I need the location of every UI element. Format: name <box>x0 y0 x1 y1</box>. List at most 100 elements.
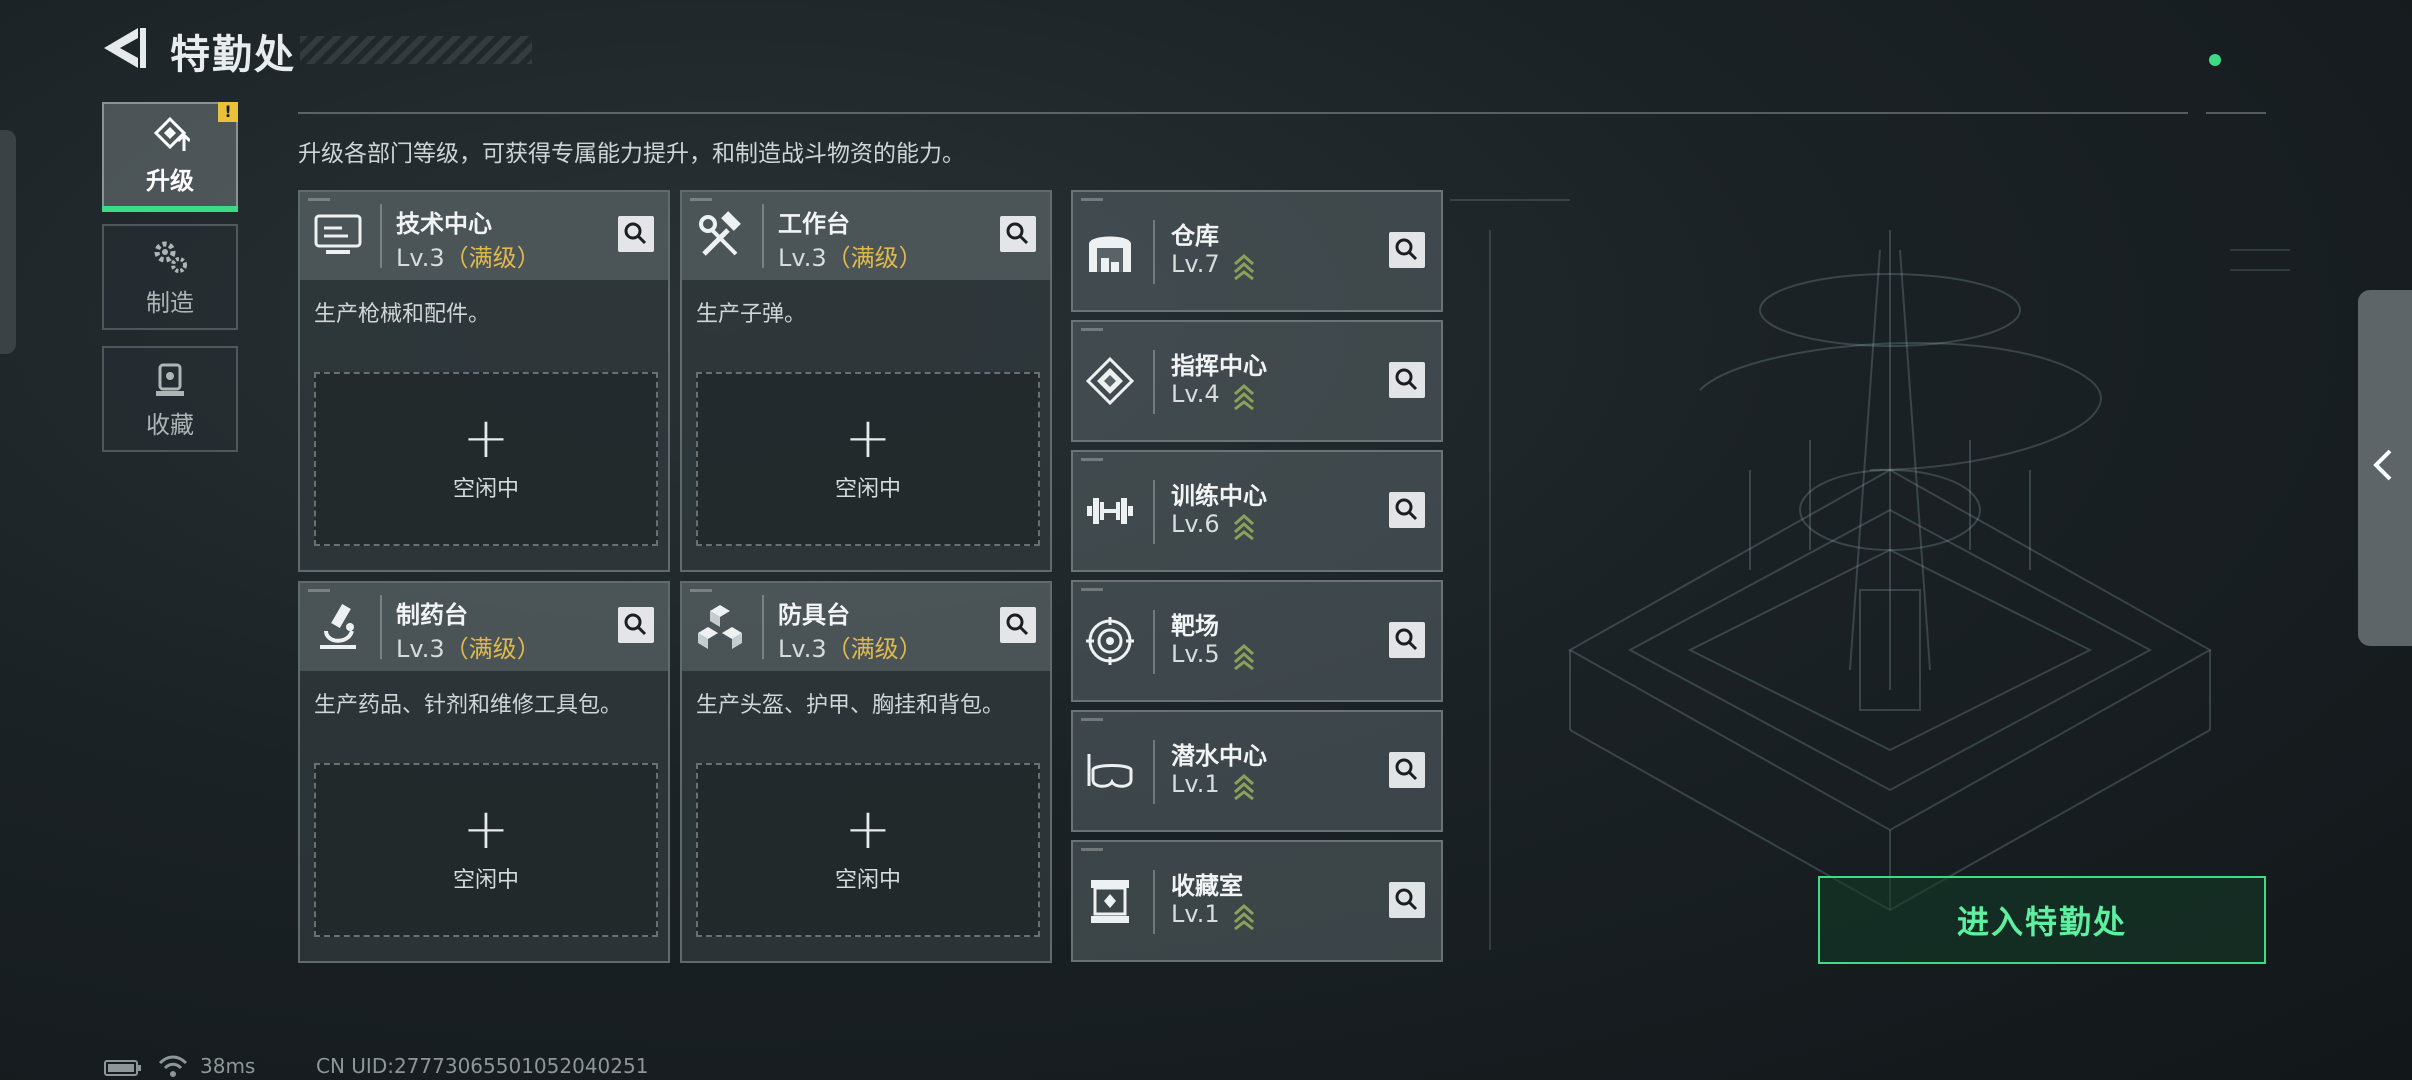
max-level-tag: （满级） <box>444 244 541 272</box>
search-icon[interactable] <box>1389 362 1425 398</box>
dumbbell-icon <box>1087 498 1133 524</box>
command-emblem-icon <box>1085 356 1135 406</box>
sidebar-item-label: 升级 <box>146 166 194 195</box>
corner-mark <box>308 198 330 201</box>
upgrade-icon <box>153 116 190 151</box>
facility-name: 指挥中心 <box>1171 352 1267 380</box>
max-level-tag: （满级） <box>826 635 923 663</box>
workshop-name: 制药台 <box>396 601 468 629</box>
sidebar-item-upgrade[interactable]: ! 升级 <box>102 102 238 212</box>
level-up-chevron-icon <box>1234 253 1254 280</box>
left-edge-handle[interactable] <box>0 130 16 354</box>
production-slot[interactable]: + 空闲中 <box>314 763 658 937</box>
production-slot[interactable]: + 空闲中 <box>696 763 1040 937</box>
workshop-level: Lv.3（满级） <box>778 238 923 273</box>
search-icon[interactable] <box>1000 216 1036 252</box>
search-icon[interactable] <box>1389 492 1425 528</box>
workshop-description: 生产药品、针剂和维修工具包。 <box>314 693 623 718</box>
right-drawer-handle[interactable] <box>2358 290 2412 646</box>
warehouse-icon <box>1089 236 1131 272</box>
plus-icon: + <box>462 406 510 471</box>
corner-mark <box>308 589 330 592</box>
page-title: 特勤处 <box>170 32 296 78</box>
search-icon[interactable] <box>618 607 654 643</box>
facility-card-training-center[interactable]: 训练中心 Lv.6 <box>1071 450 1443 572</box>
search-icon[interactable] <box>1389 882 1425 918</box>
enter-base-button[interactable]: 进入特勤处 <box>1818 876 2266 964</box>
max-level-tag: （满级） <box>826 244 923 272</box>
card-separator <box>1153 350 1155 414</box>
max-level-tag: （满级） <box>444 635 541 663</box>
gears-icon <box>154 241 187 273</box>
divider-line <box>298 112 2188 114</box>
search-icon[interactable] <box>618 216 654 252</box>
corner-mark <box>1081 588 1103 591</box>
production-slot[interactable]: + 空闲中 <box>314 372 658 546</box>
workshop-name: 工作台 <box>778 210 850 238</box>
workshop-card-pharmacy[interactable]: 制药台 Lv.3（满级） 生产药品、针剂和维修工具包。 + 空闲中 <box>298 581 670 963</box>
sidebar-item-craft[interactable]: 制造 <box>102 224 238 330</box>
title-decoration <box>300 36 532 64</box>
workshop-card-tech-center[interactable]: 技术中心 Lv.3（满级） 生产枪械和配件。 + 空闲中 <box>298 190 670 572</box>
workshop-name: 技术中心 <box>396 210 492 238</box>
level-value: Lv.3 <box>396 635 445 663</box>
card-separator <box>762 595 764 659</box>
workshop-name: 防具台 <box>778 601 850 629</box>
slot-status: 空闲中 <box>452 477 519 502</box>
tools-icon <box>699 211 741 256</box>
level-up-chevron-icon <box>1234 383 1254 410</box>
facility-name: 潜水中心 <box>1171 742 1267 770</box>
facility-level: Lv.5 <box>1171 640 1220 668</box>
page-description: 升级各部门等级，可获得专属能力提升，和制造战斗物资的能力。 <box>298 141 965 167</box>
card-separator <box>1153 870 1155 934</box>
user-uid: CN UID:27773065501052040251 <box>316 1054 649 1078</box>
corner-mark <box>1081 198 1103 201</box>
facility-level: Lv.6 <box>1171 510 1220 538</box>
level-up-chevron-icon <box>1234 513 1254 540</box>
armor-cubes-icon <box>698 605 742 649</box>
card-separator <box>380 595 382 659</box>
level-up-chevron-icon <box>1234 643 1254 670</box>
production-slot[interactable]: + 空闲中 <box>696 372 1040 546</box>
search-icon[interactable] <box>1389 752 1425 788</box>
wifi-icon <box>158 1055 188 1077</box>
battery-icon <box>104 1060 141 1076</box>
card-header: 工作台 Lv.3（满级） <box>682 192 1050 280</box>
workshop-level: Lv.3（满级） <box>778 629 923 664</box>
base-blueprint-illustration <box>1450 199 2290 950</box>
status-indicator-dot <box>2209 54 2221 66</box>
workshop-card-workbench[interactable]: 工作台 Lv.3（满级） 生产子弹。 + 空闲中 <box>680 190 1052 572</box>
plus-icon: + <box>462 797 510 862</box>
search-icon[interactable] <box>1389 622 1425 658</box>
workshop-description: 生产头盔、护甲、胸挂和背包。 <box>696 693 1005 718</box>
card-header: 技术中心 Lv.3（满级） <box>300 192 668 280</box>
facility-card-collection-room[interactable]: 收藏室 Lv.1 <box>1071 840 1443 962</box>
workshop-card-armor-bench[interactable]: 防具台 Lv.3（满级） 生产头盔、护甲、胸挂和背包。 + 空闲中 <box>680 581 1052 963</box>
card-header: 制药台 Lv.3（满级） <box>300 583 668 671</box>
facility-level: Lv.4 <box>1171 380 1220 408</box>
search-icon[interactable] <box>1389 232 1425 268</box>
level-up-chevron-icon <box>1234 773 1254 800</box>
back-arrow-icon[interactable] <box>100 24 150 72</box>
card-separator <box>380 204 382 268</box>
sidebar-item-collection[interactable]: 收藏 <box>102 346 238 452</box>
workshop-level: Lv.3（满级） <box>396 629 541 664</box>
search-icon[interactable] <box>1000 607 1036 643</box>
facility-name: 训练中心 <box>1171 482 1267 510</box>
facility-name: 仓库 <box>1171 222 1219 250</box>
facility-card-shooting-range[interactable]: 靶场 Lv.5 <box>1071 580 1443 702</box>
corner-mark <box>690 589 712 592</box>
monitor-icon <box>314 214 362 254</box>
facility-card-diving-center[interactable]: 潜水中心 Lv.1 <box>1071 710 1443 832</box>
facility-level: Lv.1 <box>1171 900 1220 928</box>
plus-icon: + <box>844 797 892 862</box>
slot-status: 空闲中 <box>452 868 519 893</box>
facility-card-command-center[interactable]: 指挥中心 Lv.4 <box>1071 320 1443 442</box>
slot-status: 空闲中 <box>834 868 901 893</box>
facility-card-warehouse[interactable]: 仓库 Lv.7 <box>1071 190 1443 312</box>
corner-mark <box>1081 458 1103 461</box>
facility-level: Lv.1 <box>1171 770 1220 798</box>
corner-mark <box>1081 718 1103 721</box>
facility-level: Lv.7 <box>1171 250 1220 278</box>
plus-icon: + <box>844 406 892 471</box>
